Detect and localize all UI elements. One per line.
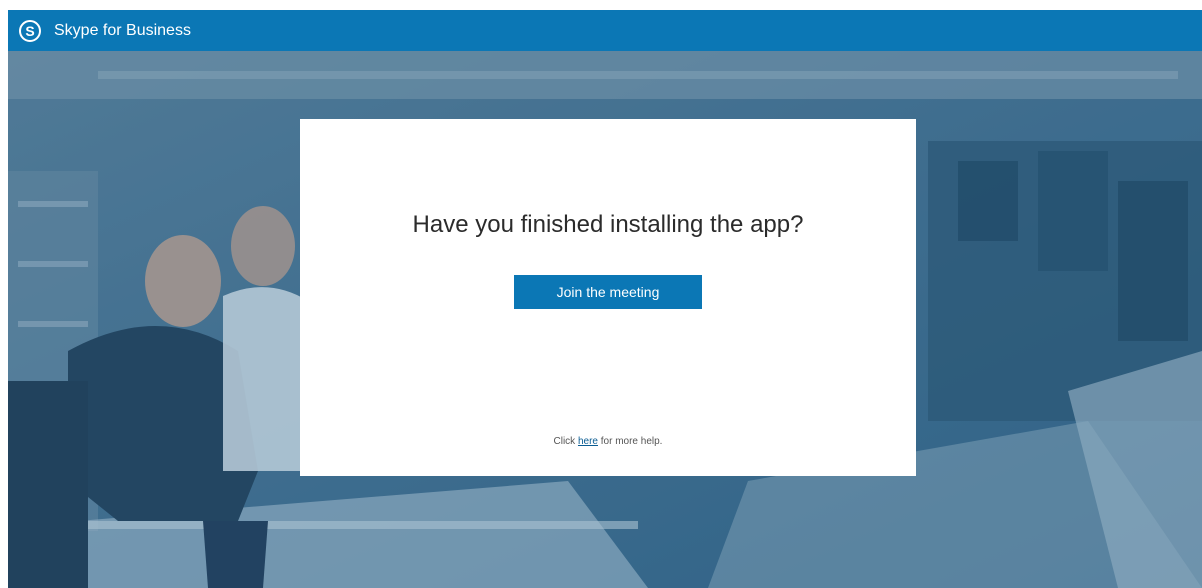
join-meeting-button[interactable]: Join the meeting	[514, 275, 702, 309]
svg-text:S: S	[25, 23, 34, 39]
help-prefix: Click	[553, 436, 578, 447]
skype-s-icon: S	[18, 19, 42, 43]
dialog-title: Have you finished installing the app?	[412, 211, 804, 238]
help-link[interactable]: here	[578, 436, 598, 447]
help-suffix: for more help.	[597, 436, 663, 447]
app-header-bar: S Skype for Business	[8, 10, 1202, 51]
help-text: Click here for more help.	[300, 436, 916, 447]
install-confirmation-dialog: Have you finished installing the app? Jo…	[300, 119, 916, 476]
page: S Skype for Business Have you finished i…	[0, 0, 1202, 588]
app-title: Skype for Business	[54, 21, 191, 39]
